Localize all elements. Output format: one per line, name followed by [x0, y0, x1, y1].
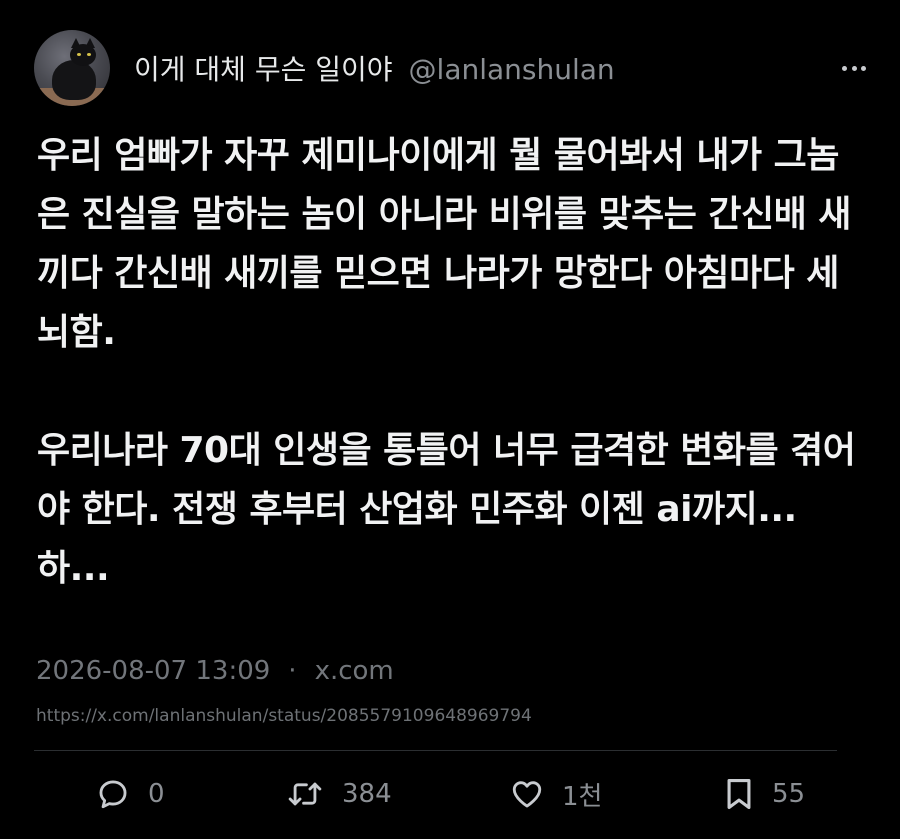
- reply-button[interactable]: 0: [96, 772, 165, 816]
- reply-count: 0: [148, 779, 165, 809]
- reply-icon: [99, 780, 127, 809]
- author-names: 이게 대체 무슨 일이야 @lanlanshulan: [134, 48, 615, 88]
- tweet-paragraph: 우리 엄빠가 자꾸 제미나이에게 뭘 물어봐서 내가 그놈은 진실을 말하는 놈…: [37, 135, 851, 353]
- tweet-timestamp[interactable]: 2026-08-07 13:09: [36, 656, 270, 686]
- bookmark-icon: [727, 778, 751, 810]
- tweet-meta: 2026-08-07 13:09 · x.com: [36, 656, 394, 686]
- tweet-source[interactable]: x.com: [315, 656, 394, 686]
- author-handle[interactable]: @lanlanshulan: [409, 53, 615, 86]
- tweet-text: 우리 엄빠가 자꾸 제미나이에게 뭘 물어봐서 내가 그놈은 진실을 말하는 놈…: [37, 126, 867, 598]
- tweet-paragraph: 우리나라 70대 인생을 통틀어 너무 급격한 변화를 겪어야 한다. 전쟁 후…: [37, 430, 856, 589]
- action-bar: 0 384 1천 55: [96, 772, 826, 816]
- tweet-card: 이게 대체 무슨 일이야 @lanlanshulan 우리 엄빠가 자꾸 제미나…: [0, 0, 900, 839]
- more-horizontal-icon[interactable]: [842, 58, 866, 78]
- meta-separator: ·: [288, 656, 297, 686]
- heart-icon: [512, 781, 542, 808]
- like-count: 1천: [562, 781, 603, 812]
- retweet-icon: [288, 782, 322, 806]
- bookmark-count: 55: [772, 779, 806, 809]
- bookmark-button[interactable]: 55: [724, 772, 805, 816]
- retweet-button[interactable]: 384: [286, 772, 392, 816]
- author-display-name[interactable]: 이게 대체 무슨 일이야: [134, 48, 393, 88]
- retweet-count: 384: [342, 779, 392, 809]
- avatar[interactable]: [34, 30, 110, 106]
- like-button[interactable]: 1천: [510, 772, 602, 816]
- tweet-url[interactable]: https://x.com/lanlanshulan/status/208557…: [36, 706, 532, 726]
- tweet-header: 이게 대체 무슨 일이야 @lanlanshulan: [34, 30, 615, 106]
- divider: [34, 750, 837, 751]
